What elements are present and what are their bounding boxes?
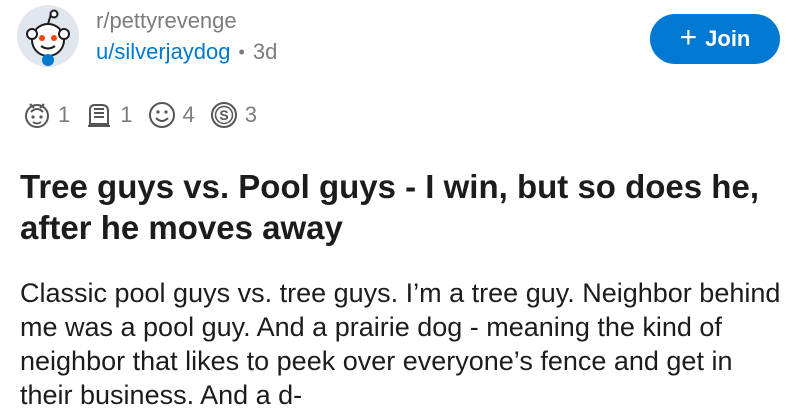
award-face-icon xyxy=(148,102,175,128)
post-title[interactable]: Tree guys vs. Pool guys - I win, but so … xyxy=(20,166,780,248)
award-coin-icon: S xyxy=(210,102,237,128)
award-count: 3 xyxy=(244,102,257,127)
award-count: 1 xyxy=(58,102,71,127)
join-button-label: Join xyxy=(705,26,751,51)
post-card: r/pettyrevenge u/silverjaydog • 3d + Joi… xyxy=(0,0,800,420)
award-ribbon-icon xyxy=(25,103,49,128)
award-hands-icon xyxy=(88,104,111,127)
post-body: Classic pool guys vs. tree guys. I’m a t… xyxy=(20,278,781,410)
awards-bar[interactable]: 1 1 4 S 3 xyxy=(20,98,269,132)
award-count: 1 xyxy=(120,102,133,127)
svg-text:S: S xyxy=(219,107,228,123)
award-count: 4 xyxy=(182,102,195,127)
subreddit-avatar-icon[interactable] xyxy=(16,4,80,68)
separator-dot: • xyxy=(238,42,245,62)
post-meta: r/pettyrevenge u/silverjaydog • 3d xyxy=(96,6,277,68)
award-item[interactable]: S 3 xyxy=(207,98,257,132)
award-item[interactable]: 1 xyxy=(82,98,133,132)
author-line: u/silverjaydog • 3d xyxy=(96,36,277,68)
subreddit-link[interactable]: r/pettyrevenge xyxy=(96,6,277,36)
author-link[interactable]: u/silverjaydog xyxy=(96,36,231,68)
plus-icon: + xyxy=(679,21,698,54)
award-item[interactable]: 1 xyxy=(20,98,70,132)
post-header: r/pettyrevenge u/silverjaydog • 3d + Joi… xyxy=(16,4,780,80)
post-age: 3d xyxy=(252,39,278,64)
award-item[interactable]: 4 xyxy=(145,98,195,132)
join-button[interactable]: + Join xyxy=(650,14,780,64)
